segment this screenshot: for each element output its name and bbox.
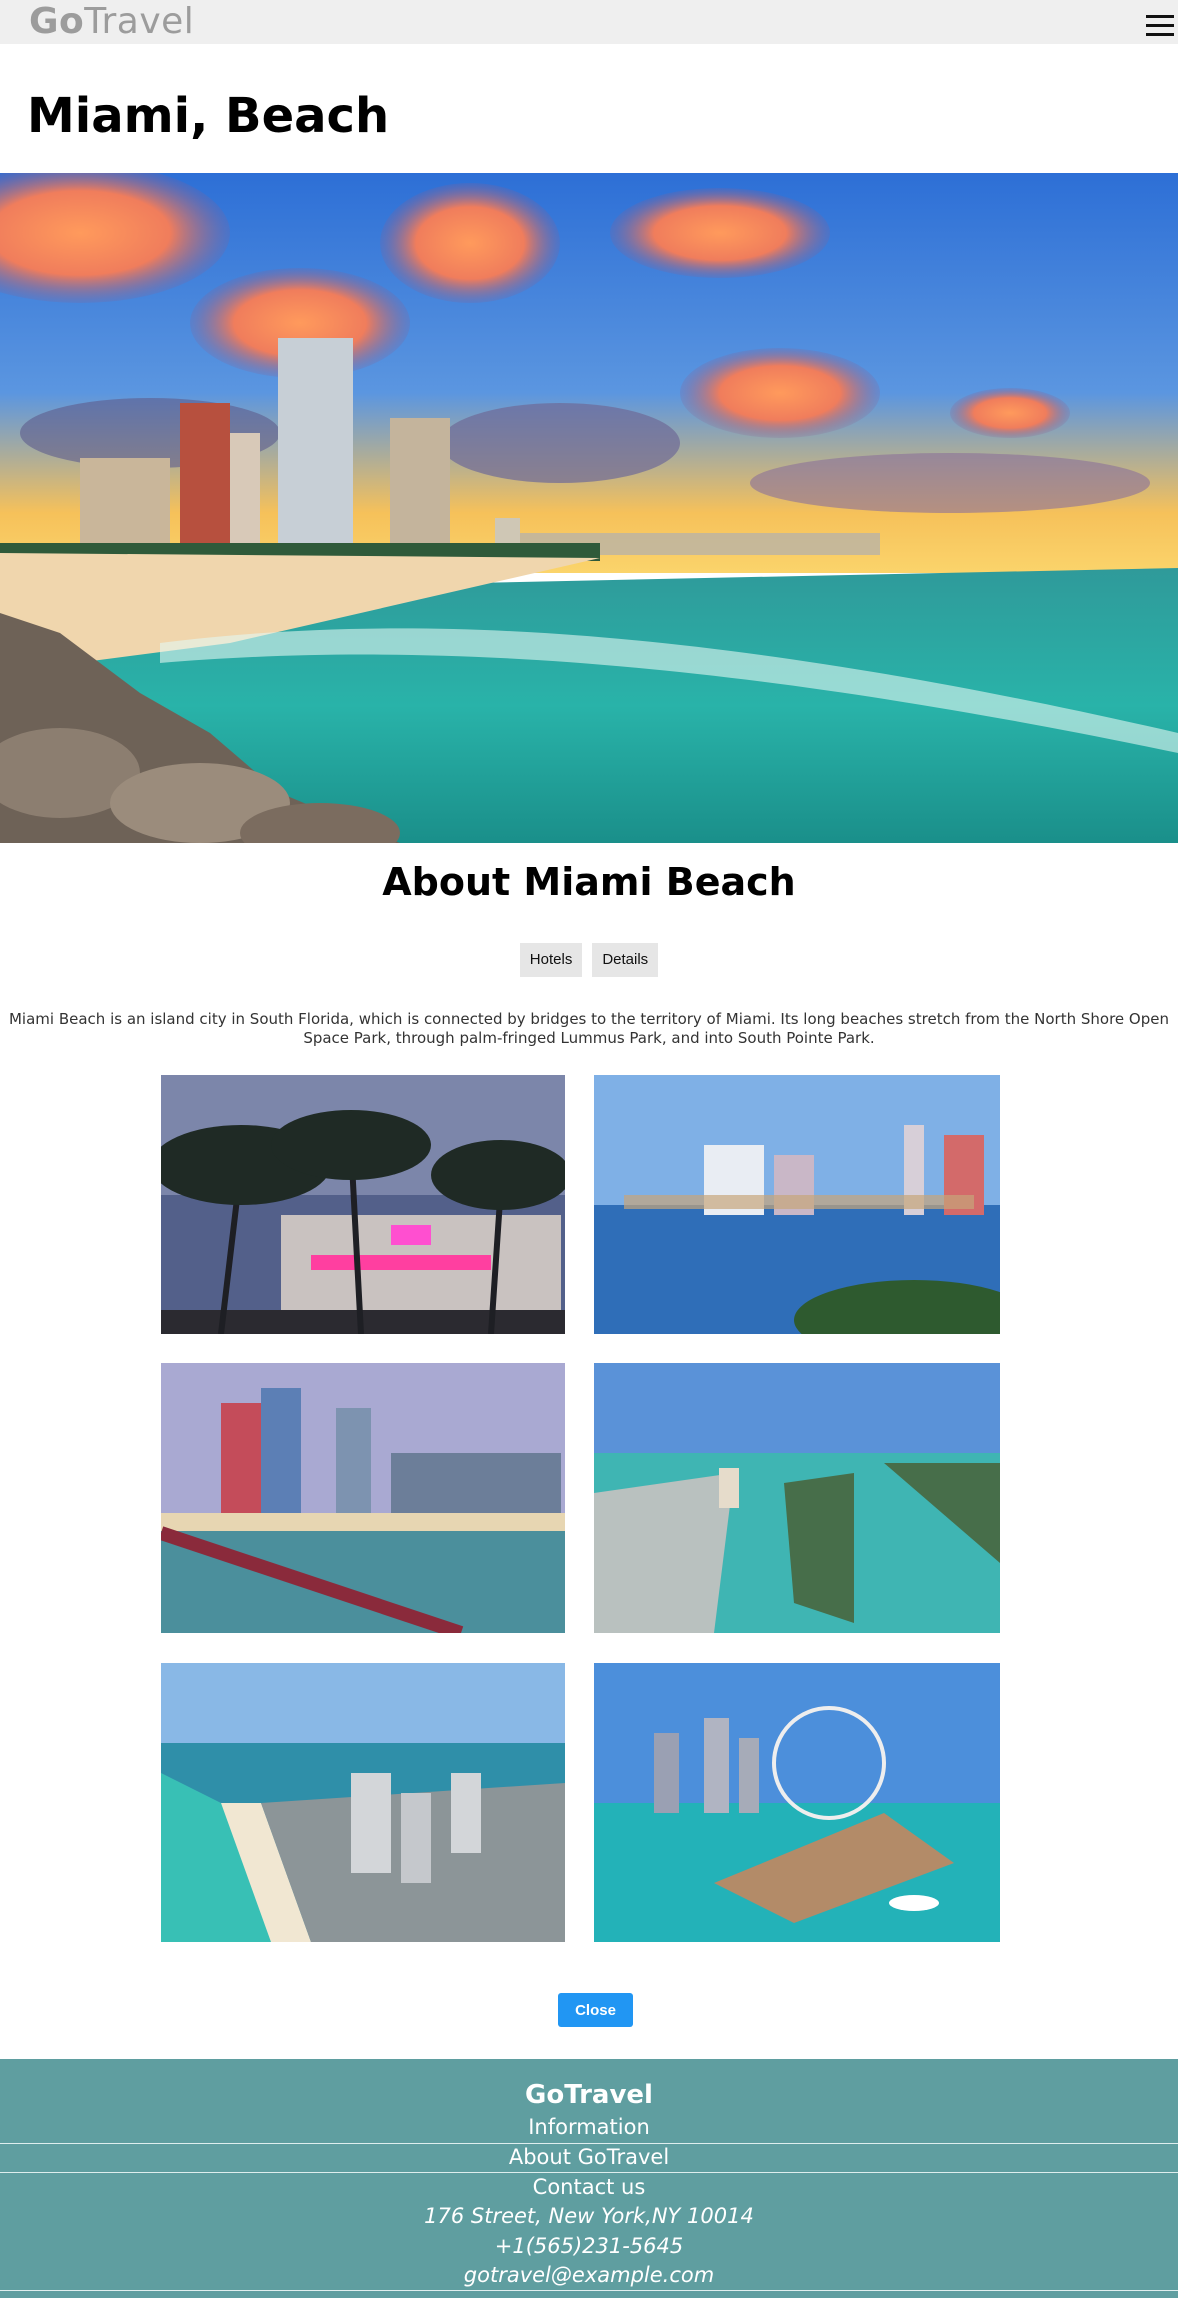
top-navigation-bar: GoTravel [0, 0, 1178, 44]
about-heading: About Miami Beach [382, 860, 796, 904]
footer-brand: GoTravel [525, 2080, 653, 2110]
logo-light-text: Travel [84, 1, 195, 42]
gallery-photo-night-palms [161, 1075, 565, 1334]
gallery-photo-aerial-beach [161, 1663, 565, 1942]
footer-phone: +1(565)231-5645 [494, 2234, 684, 2258]
gallery-photo-ferris-wheel [594, 1663, 1000, 1942]
gallery-photo-bay-skyline [594, 1075, 1000, 1334]
footer-link-about[interactable]: About GoTravel [0, 2143, 1178, 2171]
hero-beach-image [0, 173, 1178, 843]
gallery-photo-beach-towers [161, 1363, 565, 1633]
footer-email[interactable]: gotravel@example.com [0, 2261, 1178, 2289]
hamburger-menu-icon[interactable] [1146, 15, 1174, 37]
about-tabs: Hotels Details [0, 943, 1178, 977]
tab-details[interactable]: Details [592, 943, 659, 977]
close-button[interactable]: Close [558, 1993, 633, 2027]
footer-address: 176 Street, New York,NY 10014 [424, 2204, 754, 2228]
logo-bold-text: Go [29, 1, 85, 42]
footer-divider [0, 2290, 1178, 2291]
about-description: Miami Beach is an island city in South F… [8, 1010, 1169, 1047]
footer-link-information[interactable]: Information [0, 2113, 1178, 2141]
tab-hotels[interactable]: Hotels [519, 943, 583, 977]
gotravel-logo[interactable]: GoTravel [29, 2, 194, 42]
site-footer: GoTravel Information About GoTravel Cont… [0, 2059, 1178, 2298]
footer-link-contact[interactable]: Contact us [0, 2173, 1178, 2201]
gallery-photo-aerial-islands [594, 1363, 1000, 1633]
page-title: Miami, Beach [27, 88, 390, 144]
